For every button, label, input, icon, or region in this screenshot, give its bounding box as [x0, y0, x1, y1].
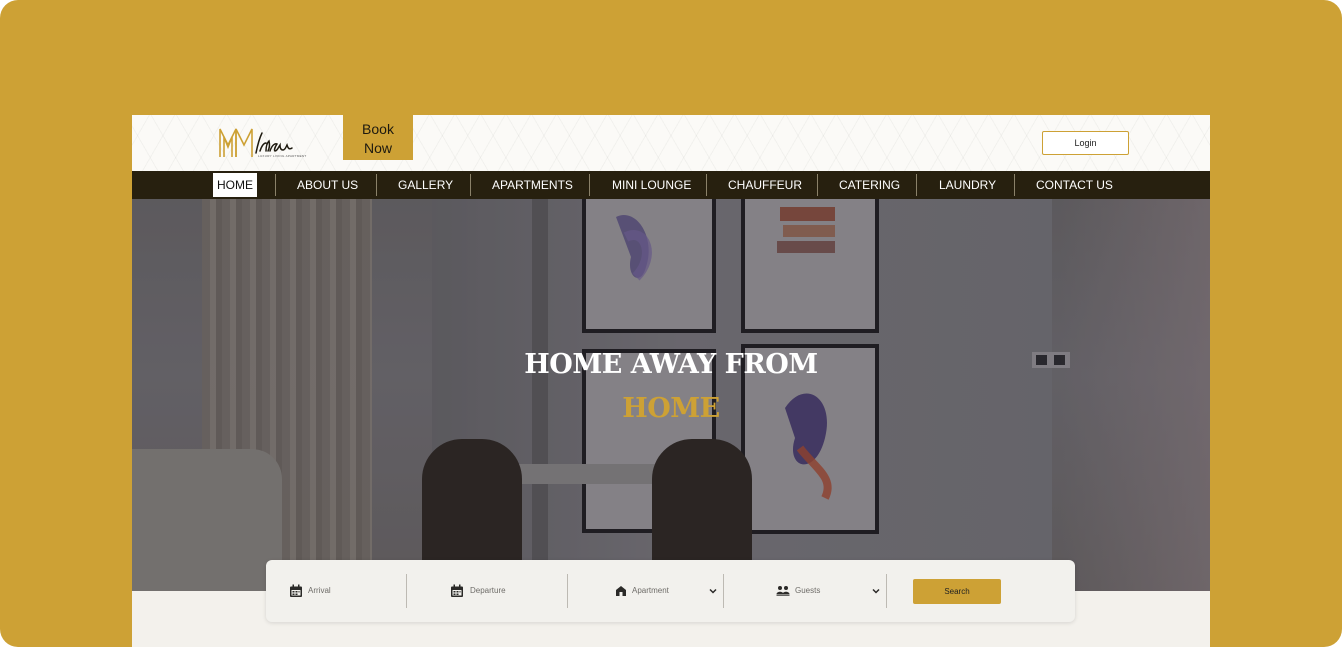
nav-divider	[470, 174, 471, 196]
apartment-select[interactable]: Apartment	[606, 574, 721, 608]
nav-item-catering[interactable]: CATERING	[839, 171, 900, 199]
calendar-icon	[451, 584, 463, 597]
brand-tagline: LUXURY LIVING APARTMENT	[258, 154, 307, 158]
building-icon	[616, 586, 626, 596]
brand-logo[interactable]: LUXURY LIVING APARTMENT	[218, 123, 318, 163]
chevron-down-icon	[872, 588, 880, 594]
main-nav: HOME ABOUT US GALLERY APARTMENTS MINI LO…	[132, 171, 1210, 199]
departure-placeholder: Departure	[470, 586, 506, 595]
nav-divider	[376, 174, 377, 196]
field-divider	[406, 574, 407, 608]
nav-item-about-us[interactable]: ABOUT US	[297, 171, 358, 199]
nav-divider	[706, 174, 707, 196]
field-divider	[723, 574, 724, 608]
nav-item-contact-us[interactable]: CONTACT US	[1036, 171, 1113, 199]
people-icon	[776, 586, 790, 596]
arrival-placeholder: Arrival	[308, 586, 331, 595]
nav-divider	[589, 174, 590, 196]
nav-item-home[interactable]: HOME	[213, 173, 257, 197]
booking-search-bar: Arrival Departure Apartment Guests Searc…	[266, 560, 1075, 622]
nav-divider	[817, 174, 818, 196]
nav-item-chauffeur[interactable]: CHAUFFEUR	[728, 171, 802, 199]
arrival-field[interactable]: Arrival	[286, 574, 406, 608]
nav-divider	[916, 174, 917, 196]
hero-banner: HOME AWAY FROM HOME	[132, 199, 1210, 591]
nav-divider	[275, 174, 276, 196]
nav-divider	[1014, 174, 1015, 196]
header: LUXURY LIVING APARTMENT Book Now Login	[132, 115, 1210, 171]
calendar-icon	[290, 584, 302, 597]
nav-item-gallery[interactable]: GALLERY	[398, 171, 453, 199]
hero-title: HOME AWAY FROM	[524, 349, 818, 380]
nav-item-laundry[interactable]: LAUNDRY	[939, 171, 996, 199]
search-button[interactable]: Search	[913, 579, 1001, 604]
nav-item-apartments[interactable]: APARTMENTS	[492, 171, 573, 199]
hero-title-highlight: HOME	[622, 393, 720, 424]
field-divider	[886, 574, 887, 608]
book-now-button[interactable]: Book Now	[343, 115, 413, 160]
login-button[interactable]: Login	[1042, 131, 1129, 155]
field-divider	[567, 574, 568, 608]
website: LUXURY LIVING APARTMENT Book Now Login H…	[132, 115, 1210, 647]
apartment-placeholder: Apartment	[632, 586, 669, 595]
guests-select[interactable]: Guests	[766, 574, 884, 608]
departure-field[interactable]: Departure	[446, 574, 566, 608]
guests-placeholder: Guests	[795, 586, 821, 595]
canvas-background: LUXURY LIVING APARTMENT Book Now Login H…	[0, 0, 1342, 647]
nav-item-mini-lounge[interactable]: MINI LOUNGE	[612, 171, 691, 199]
chevron-down-icon	[709, 588, 717, 594]
